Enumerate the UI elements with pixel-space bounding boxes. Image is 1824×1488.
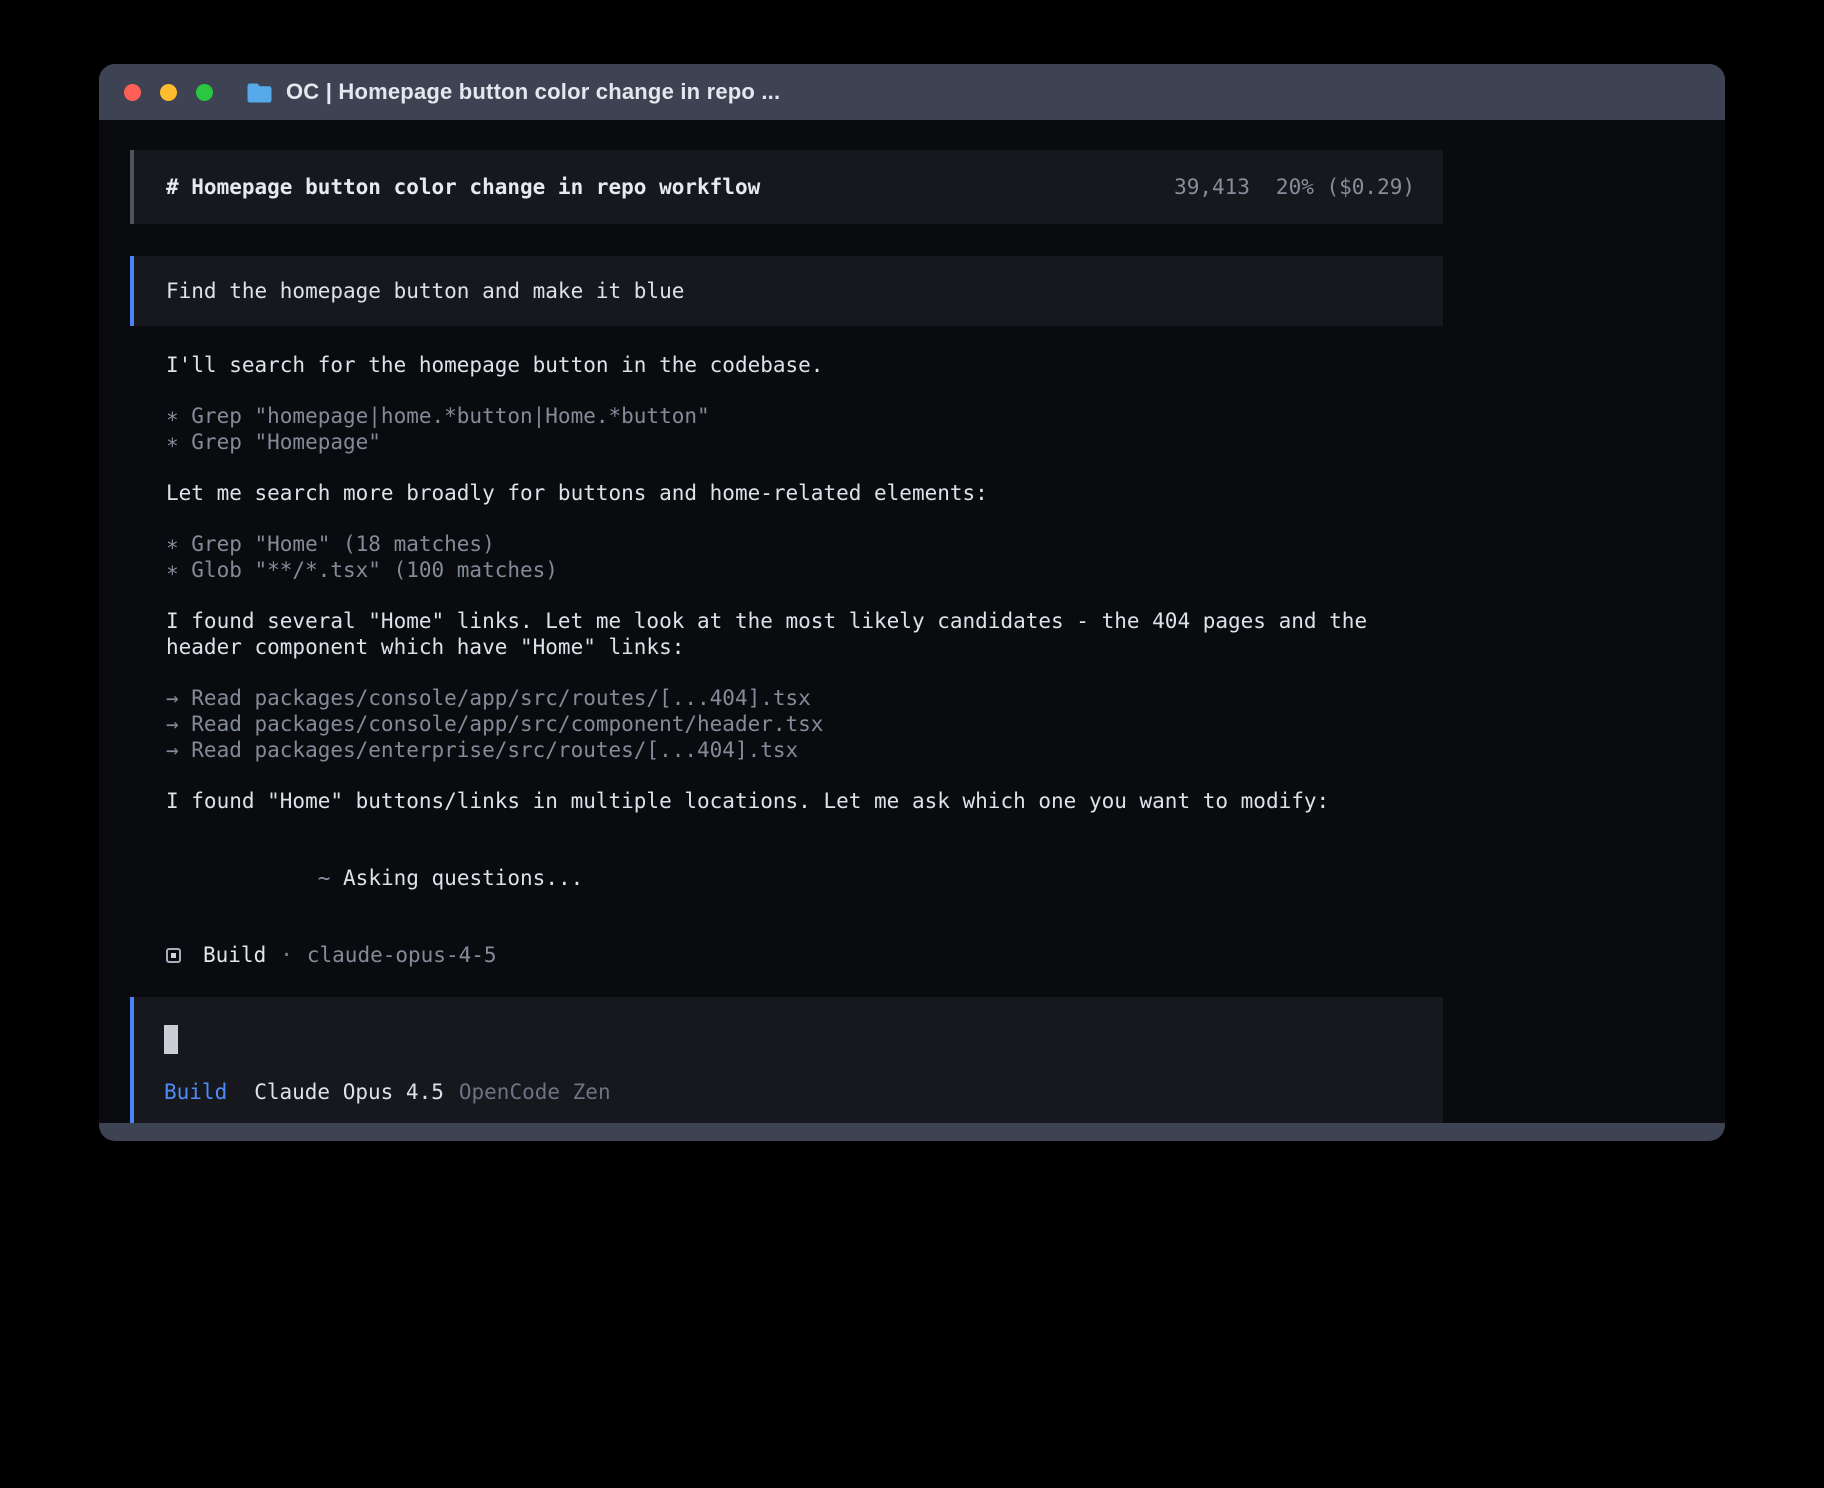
assistant-paragraph: I found several "Home" links. Let me loo… [166, 608, 1443, 660]
close-button[interactable] [124, 84, 141, 101]
tool-call-group: ∗ Grep "Home" (18 matches) ∗ Glob "**/*.… [166, 531, 1443, 583]
status-text: Asking questions... [343, 866, 583, 890]
session-meta: 39,413 20% ($0.29) [1174, 174, 1415, 200]
transcript: I'll search for the homepage button in t… [130, 352, 1443, 968]
session-header: # Homepage button color change in repo w… [130, 150, 1443, 224]
assistant-text: I'll search for the homepage button in t… [166, 352, 1443, 378]
tool-call-grep: ∗ Grep "Home" (18 matches) [166, 531, 1443, 557]
tool-call-read: → Read packages/console/app/src/componen… [166, 711, 1443, 737]
agent-separator: · [280, 942, 293, 968]
assistant-text: I found several "Home" links. Let me loo… [166, 608, 1443, 634]
text-cursor [164, 1025, 178, 1054]
mode-label: Build [164, 1079, 227, 1105]
window-titlebar[interactable]: OC | Homepage button color change in rep… [99, 64, 1725, 120]
zoom-button[interactable] [196, 84, 213, 101]
folder-icon [246, 82, 273, 103]
assistant-text: Let me search more broadly for buttons a… [166, 480, 1443, 506]
user-message: Find the homepage button and make it blu… [130, 256, 1443, 326]
assistant-paragraph: I found "Home" buttons/links in multiple… [166, 788, 1443, 814]
agent-status-line: Build · claude-opus-4-5 [166, 942, 1443, 968]
prompt-input[interactable]: Build Claude Opus 4.5 OpenCode Zen [130, 997, 1443, 1123]
assistant-text: I found "Home" buttons/links in multiple… [166, 788, 1443, 814]
provider-label: OpenCode Zen [459, 1079, 611, 1105]
status-prefix: ~ [318, 866, 331, 890]
tool-call-group: ∗ Grep "homepage|home.*button|Home.*butt… [166, 403, 1443, 455]
terminal-content: # Homepage button color change in repo w… [99, 120, 1725, 1123]
window-title: OC | Homepage button color change in rep… [286, 79, 780, 105]
minimize-button[interactable] [160, 84, 177, 101]
terminal-window: OC | Homepage button color change in rep… [99, 64, 1725, 1141]
agent-model: claude-opus-4-5 [307, 942, 497, 968]
assistant-paragraph: Let me search more broadly for buttons a… [166, 480, 1443, 506]
traffic-lights [124, 84, 213, 101]
input-status-line: Build Claude Opus 4.5 OpenCode Zen [164, 1079, 1413, 1105]
tool-call-grep: ∗ Grep "Homepage" [166, 429, 1443, 455]
user-message-text: Find the homepage button and make it blu… [166, 278, 684, 304]
agent-name: Build [203, 942, 266, 968]
tool-call-glob: ∗ Glob "**/*.tsx" (100 matches) [166, 557, 1443, 583]
context-usage: 20% ($0.29) [1276, 174, 1415, 200]
assistant-text: header component which have "Home" links… [166, 634, 1443, 660]
tool-call-read: → Read packages/console/app/src/routes/[… [166, 685, 1443, 711]
token-count: 39,413 [1174, 174, 1250, 200]
title-group: OC | Homepage button color change in rep… [246, 79, 780, 105]
tool-status-line: ~ Asking questions... [166, 839, 1443, 917]
tool-call-grep: ∗ Grep "homepage|home.*button|Home.*butt… [166, 403, 1443, 429]
model-label: Claude Opus 4.5 [254, 1079, 444, 1105]
agent-build-icon [166, 948, 181, 963]
assistant-paragraph: I'll search for the homepage button in t… [166, 352, 1443, 378]
tool-call-group: → Read packages/console/app/src/routes/[… [166, 685, 1443, 763]
tool-call-read: → Read packages/enterprise/src/routes/[.… [166, 737, 1443, 763]
session-title: # Homepage button color change in repo w… [166, 174, 760, 200]
